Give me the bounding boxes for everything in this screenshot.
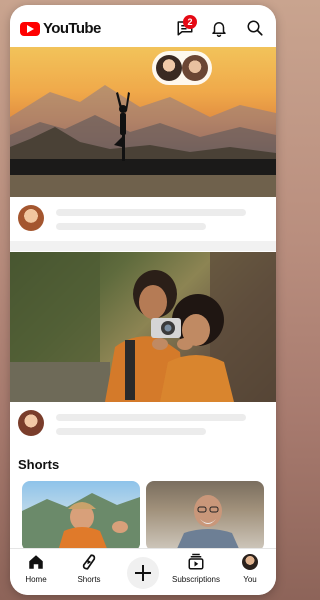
channel-avatar[interactable] [18,205,44,231]
subtitle-placeholder [56,428,206,435]
subscriptions-icon [188,553,204,570]
channel-avatar[interactable] [18,410,44,436]
avatar [156,55,182,81]
nav-home[interactable]: Home [11,553,61,584]
bell-icon[interactable] [210,19,228,37]
nav-subscriptions[interactable]: Subscriptions [171,553,221,584]
notification-badge: 2 [183,15,197,29]
avatar [242,554,258,570]
shorts-icon [82,554,96,570]
create-button[interactable] [127,557,159,589]
nav-label: Home [25,575,47,584]
phone-screen: YouTube 2 Shorts Home Shorts Subscriptio… [10,5,276,595]
short-video-card[interactable] [22,481,140,551]
hiker-selfie-image [22,493,140,551]
bottom-navigation: Home Shorts Subscriptions You [10,548,276,595]
video-thumbnail-yoga[interactable] [10,47,276,197]
subtitle-placeholder [56,223,206,230]
youtube-play-icon [20,21,40,36]
yoga-sunset-image [10,85,276,197]
search-icon[interactable] [246,19,264,37]
video-meta-row [10,197,276,241]
top-app-bar: YouTube 2 [10,5,276,47]
video-thumbnail-camera[interactable] [10,252,276,402]
couple-camera-image [10,252,276,402]
nav-shorts[interactable]: Shorts [64,553,114,584]
nav-label: Shorts [77,575,101,584]
avatar [182,55,208,81]
video-meta-row [10,402,276,446]
feed-divider [10,241,276,251]
shorts-section-title: Shorts [18,457,60,472]
home-icon [29,555,43,569]
youtube-logo[interactable]: YouTube [20,20,101,37]
older-man-image [176,495,240,551]
short-video-card[interactable] [146,481,264,551]
nav-label: Subscriptions [171,575,221,584]
brand-name: YouTube [43,20,101,37]
collaborator-avatars[interactable] [152,51,212,85]
nav-label: You [243,575,257,584]
title-placeholder [56,414,246,421]
nav-you[interactable]: You [225,553,275,584]
title-placeholder [56,209,246,216]
